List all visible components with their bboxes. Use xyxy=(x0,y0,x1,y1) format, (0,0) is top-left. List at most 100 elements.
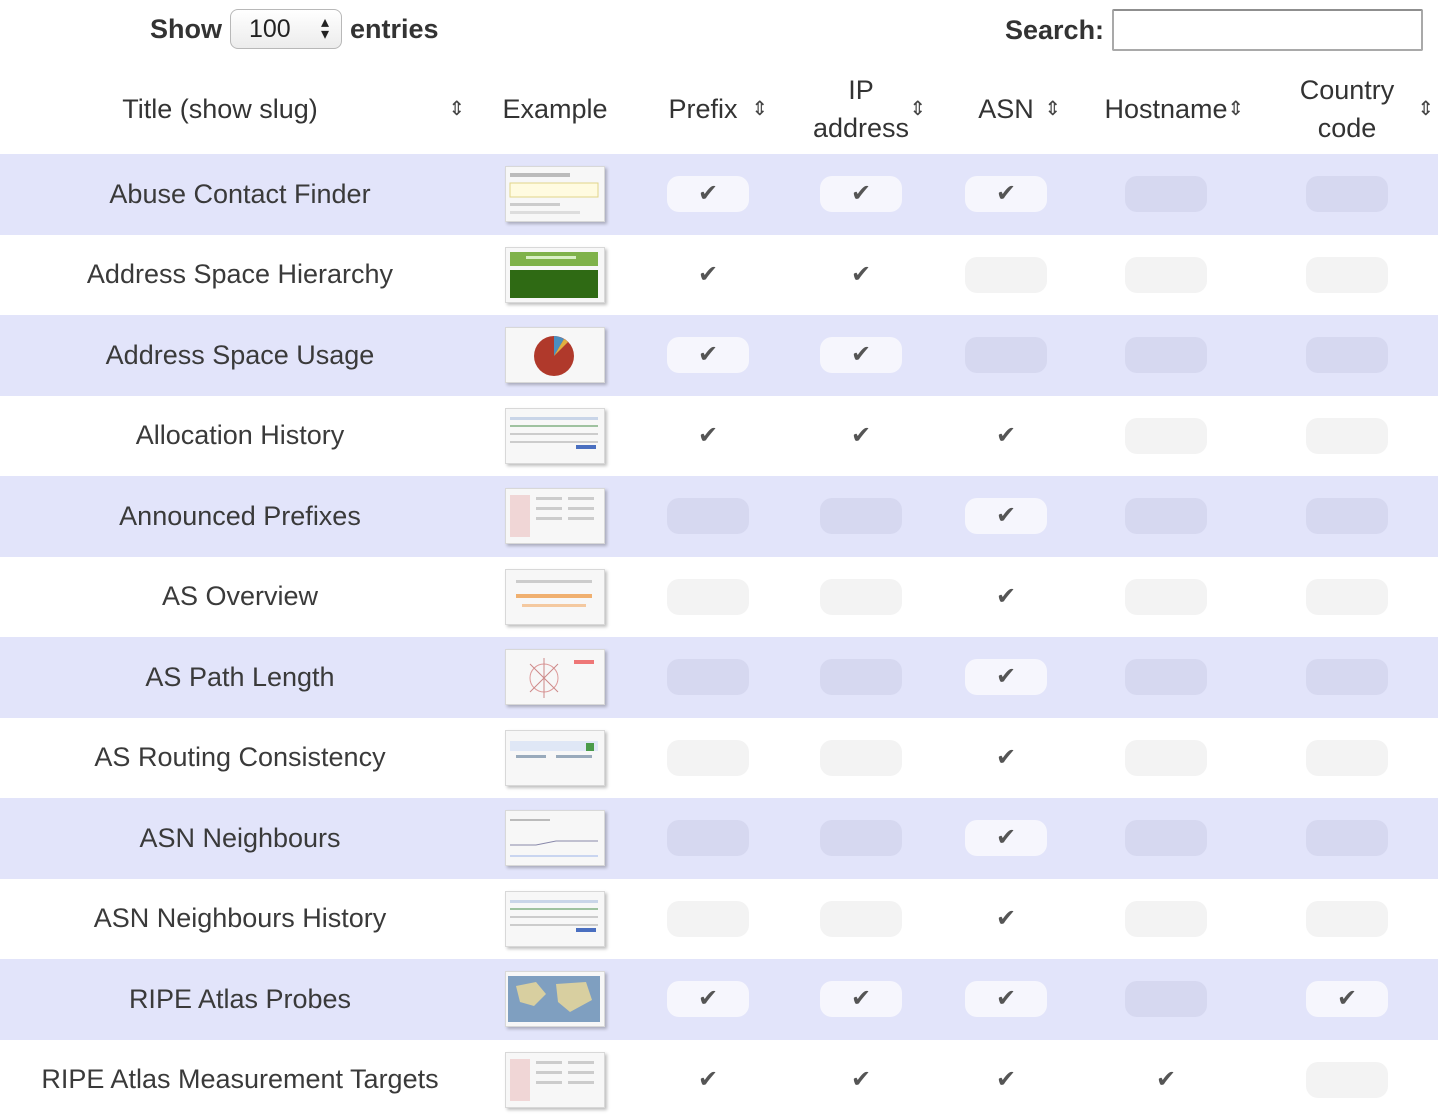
widget-title[interactable]: ASN Neighbours xyxy=(0,798,480,879)
support-cell xyxy=(1256,235,1438,316)
empty-badge xyxy=(1306,659,1388,695)
support-cell: ✔ xyxy=(936,718,1076,799)
table-row[interactable]: Abuse Contact Finder✔✔✔ xyxy=(0,154,1438,235)
example-cell xyxy=(480,557,630,638)
support-cell: ✔ xyxy=(630,315,786,396)
column-header-label: Title (show slug) xyxy=(122,90,358,128)
support-cell xyxy=(1256,879,1438,960)
support-cell xyxy=(1076,798,1256,879)
empty-badge xyxy=(1306,257,1388,293)
table-row[interactable]: AS Path Length✔ xyxy=(0,637,1438,718)
example-thumbnail[interactable] xyxy=(505,891,605,947)
support-cell: ✔ xyxy=(936,959,1076,1040)
sort-icon[interactable]: ⇕ xyxy=(909,90,926,128)
empty-badge xyxy=(1306,418,1388,454)
example-cell xyxy=(480,154,630,235)
sort-icon[interactable]: ⇕ xyxy=(1417,90,1434,128)
example-thumbnail[interactable] xyxy=(505,327,605,383)
example-thumbnail[interactable] xyxy=(505,1052,605,1108)
table-row[interactable]: ASN Neighbours History✔ xyxy=(0,879,1438,960)
support-cell: ✔ xyxy=(936,557,1076,638)
sort-icon[interactable]: ⇕ xyxy=(1044,90,1061,128)
column-header-2[interactable]: Prefix⇕ xyxy=(630,64,786,154)
support-cell xyxy=(1076,879,1256,960)
example-cell xyxy=(480,879,630,960)
empty-badge xyxy=(1125,740,1207,776)
widget-title[interactable]: RIPE Atlas Probes xyxy=(0,959,480,1040)
table-row[interactable]: Address Space Hierarchy✔✔ xyxy=(0,235,1438,316)
empty-badge xyxy=(1125,579,1207,615)
empty-badge xyxy=(1306,579,1388,615)
page-size-select[interactable]: 100 ▴▾ xyxy=(230,9,342,49)
empty-badge xyxy=(1125,337,1207,373)
support-cell xyxy=(1076,557,1256,638)
empty-badge xyxy=(1125,659,1207,695)
support-cell xyxy=(786,476,936,557)
support-cell: ✔ xyxy=(786,1040,936,1120)
search-control: Search: xyxy=(1005,9,1423,51)
search-label: Search: xyxy=(1005,15,1104,46)
example-thumbnail[interactable] xyxy=(505,730,605,786)
widget-title[interactable]: Address Space Usage xyxy=(0,315,480,396)
check-icon: ✔ xyxy=(820,176,902,212)
empty-badge xyxy=(1125,418,1207,454)
table-row[interactable]: Announced Prefixes ✔ xyxy=(0,476,1438,557)
column-header-3[interactable]: IP address⇕ xyxy=(786,64,936,154)
example-thumbnail[interactable] xyxy=(505,810,605,866)
support-cell: ✔ xyxy=(936,1040,1076,1120)
example-thumbnail[interactable] xyxy=(505,971,605,1027)
sort-icon[interactable]: ⇕ xyxy=(448,90,465,128)
widget-title[interactable]: AS Overview xyxy=(0,557,480,638)
example-thumbnail[interactable] xyxy=(505,166,605,222)
support-cell: ✔ xyxy=(936,154,1076,235)
example-thumbnail[interactable] xyxy=(505,649,605,705)
widget-title[interactable]: ASN Neighbours History xyxy=(0,879,480,960)
widget-title[interactable]: Announced Prefixes xyxy=(0,476,480,557)
sort-icon[interactable]: ⇕ xyxy=(1227,90,1244,128)
example-thumbnail[interactable] xyxy=(505,408,605,464)
check-icon: ✔ xyxy=(965,498,1047,534)
empty-badge xyxy=(1125,901,1207,937)
check-icon: ✔ xyxy=(820,257,902,293)
sort-icon[interactable]: ⇕ xyxy=(751,90,768,128)
empty-badge xyxy=(965,337,1047,373)
table-row[interactable]: RIPE Atlas Measurement Targets✔✔✔✔ xyxy=(0,1040,1438,1120)
empty-badge xyxy=(667,901,749,937)
column-header-4[interactable]: ASN ⇕ xyxy=(936,64,1076,154)
widget-title[interactable]: AS Path Length xyxy=(0,637,480,718)
support-cell xyxy=(630,879,786,960)
table-row[interactable]: AS Routing Consistency ✔ xyxy=(0,718,1438,799)
support-cell xyxy=(1076,718,1256,799)
table-row[interactable]: Address Space Usage✔✔ xyxy=(0,315,1438,396)
widget-title[interactable]: Abuse Contact Finder xyxy=(0,154,480,235)
example-thumbnail[interactable] xyxy=(505,569,605,625)
check-icon: ✔ xyxy=(965,1062,1047,1098)
support-cell xyxy=(1076,154,1256,235)
column-header-0[interactable]: Title (show slug) ⇕ xyxy=(0,64,480,154)
search-input[interactable] xyxy=(1112,9,1423,51)
support-cell: ✔ xyxy=(786,235,936,316)
table-row[interactable]: AS Overview ✔ xyxy=(0,557,1438,638)
example-cell xyxy=(480,798,630,879)
support-cell xyxy=(630,476,786,557)
table-row[interactable]: ASN Neighbours ✔ xyxy=(0,798,1438,879)
widget-title[interactable]: AS Routing Consistency xyxy=(0,718,480,799)
widget-title[interactable]: Address Space Hierarchy xyxy=(0,235,480,316)
empty-badge xyxy=(1125,498,1207,534)
example-cell xyxy=(480,235,630,316)
column-header-5[interactable]: Hostname⇕ xyxy=(1076,64,1256,154)
column-header-label: IP address xyxy=(811,71,911,147)
column-header-6[interactable]: Country code⇕ xyxy=(1256,64,1438,154)
widget-title[interactable]: RIPE Atlas Measurement Targets xyxy=(0,1040,480,1120)
support-cell: ✔ xyxy=(786,959,936,1040)
support-cell: ✔ xyxy=(936,798,1076,879)
example-thumbnail[interactable] xyxy=(505,247,605,303)
widgets-table: Title (show slug)⇕ExamplePrefix⇕IP addre… xyxy=(0,64,1438,1120)
table-row[interactable]: RIPE Atlas Probes✔✔✔✔ xyxy=(0,959,1438,1040)
example-thumbnail[interactable] xyxy=(505,488,605,544)
empty-badge xyxy=(667,659,749,695)
column-header-label: ASN xyxy=(978,90,1034,128)
check-icon: ✔ xyxy=(820,418,902,454)
table-row[interactable]: Allocation History✔✔✔ xyxy=(0,396,1438,477)
widget-title[interactable]: Allocation History xyxy=(0,396,480,477)
